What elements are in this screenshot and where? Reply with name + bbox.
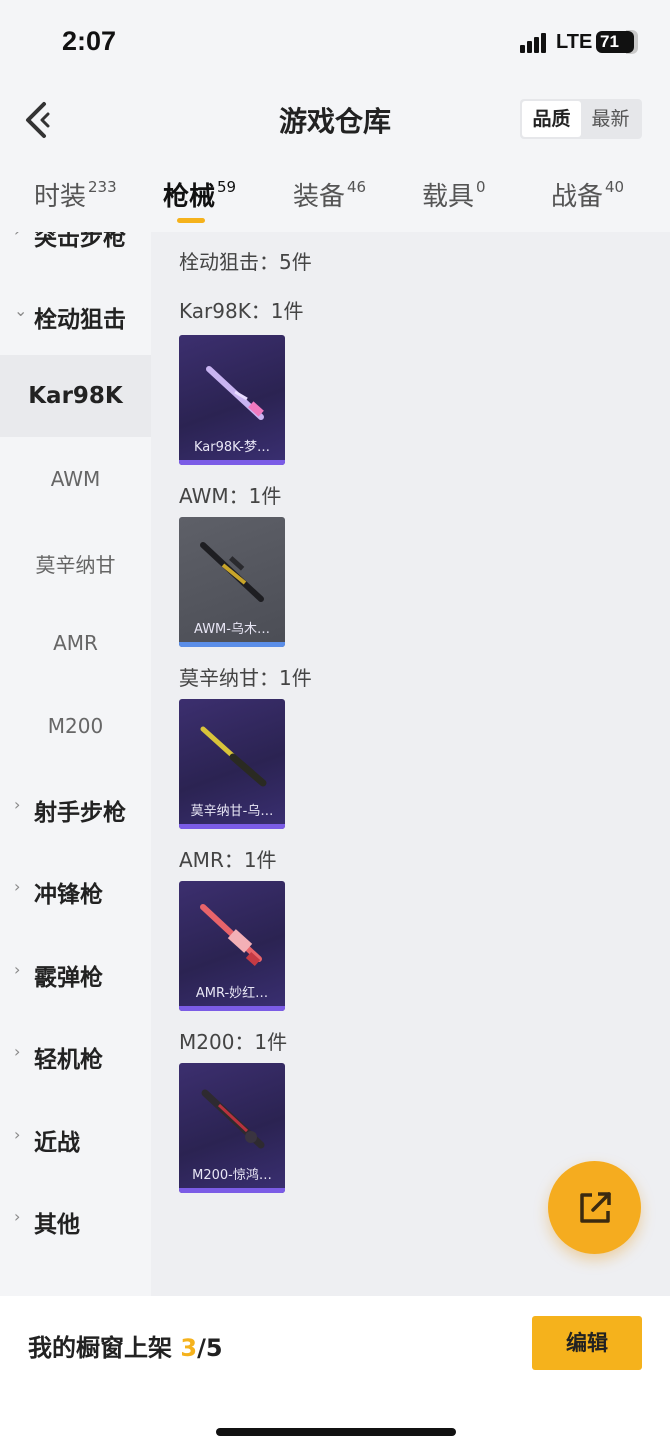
- sort-toggle: 品质 最新: [520, 99, 642, 139]
- tab-count: 59: [217, 178, 237, 196]
- showcase-label: 我的橱窗上架: [28, 1334, 172, 1362]
- tab-equipment[interactable]: 装备 46: [293, 176, 366, 213]
- sidebar-item-label: 霰弹枪: [34, 965, 103, 991]
- tab-vehicles[interactable]: 载具 0: [422, 176, 486, 213]
- network-type: LTE: [556, 31, 593, 53]
- sidebar-item-label: 近战: [34, 1130, 80, 1156]
- chevron-right-icon: ›: [14, 1125, 21, 1144]
- chevron-right-icon: ›: [14, 960, 21, 979]
- sort-quality-button[interactable]: 品质: [522, 101, 581, 137]
- weapon-card-kar98k[interactable]: Kar98K-梦…: [179, 335, 285, 465]
- awm-rifle-icon: [200, 542, 264, 602]
- showcase-total: /5: [197, 1334, 223, 1362]
- weapon-card-amr[interactable]: AMR-妙红…: [179, 881, 285, 1011]
- rarity-bar: [179, 642, 285, 647]
- rarity-bar: [179, 824, 285, 829]
- tab-label: 枪械: [163, 182, 216, 212]
- tab-count: 0: [476, 178, 486, 196]
- kar98k-rifle-icon: [206, 366, 264, 420]
- sidebar-item-lmg[interactable]: › 轻机枪: [0, 1013, 151, 1095]
- weapon-card-caption: AWM-乌木…: [194, 622, 270, 637]
- chevron-down-icon: ⌄: [14, 301, 28, 320]
- category-tabs: 时装 233 枪械 59 装备 46 载具 0 战备 40: [0, 160, 670, 232]
- weapon-card-awm[interactable]: AWM-乌木…: [179, 517, 285, 647]
- sidebar-item-label: 轻机枪: [34, 1047, 103, 1073]
- sidebar-item-label: AWM: [50, 467, 101, 491]
- battery-icon: 71: [596, 31, 634, 53]
- sidebar-item-smg[interactable]: › 冲锋枪: [0, 848, 151, 930]
- bottom-bar: 我的橱窗上架 3/5 编辑: [0, 1296, 670, 1450]
- sidebar-item-bolt-sniper[interactable]: ⌄ 栓动狙击: [0, 273, 151, 355]
- active-tab-indicator: [177, 218, 205, 223]
- sidebar-item-label: AMR: [53, 631, 98, 655]
- edit-button[interactable]: 编辑: [532, 1316, 642, 1370]
- nav-bar: 游戏仓库 品质 最新: [0, 86, 670, 156]
- tab-count: 40: [605, 178, 625, 196]
- share-icon: [580, 1192, 611, 1223]
- mosin-rifle-icon: [200, 726, 267, 787]
- weapon-card-caption: 莫辛纳甘-乌…: [190, 804, 274, 819]
- weapon-card-caption: M200-惊鸿…: [192, 1168, 272, 1183]
- chevron-right-icon: ›: [14, 1042, 21, 1061]
- status-bar: 2:07 LTE 71: [0, 0, 670, 86]
- sort-newest-button[interactable]: 最新: [581, 101, 640, 137]
- sidebar-item-amr[interactable]: AMR: [0, 601, 151, 683]
- rarity-bar: [179, 1006, 285, 1011]
- chevron-right-icon: ›: [14, 232, 20, 240]
- tab-firearms[interactable]: 枪械 59: [163, 176, 236, 213]
- tab-label: 战备: [551, 182, 604, 212]
- m200-rifle-icon: [201, 1089, 265, 1149]
- battery-level: 71: [600, 32, 619, 51]
- group-title-kar98k: Kar98K：1件: [179, 299, 304, 323]
- tab-count: 46: [347, 178, 367, 196]
- tab-label: 装备: [293, 182, 346, 212]
- weapon-category-sidebar: › 突击步枪 ⌄ 栓动狙击 Kar98K AWM 莫辛纳甘 AMR M200 ›…: [0, 232, 151, 1296]
- chevron-right-icon: ›: [14, 795, 21, 814]
- sidebar-item-label: 冲锋枪: [34, 882, 103, 908]
- sidebar-item-m200[interactable]: M200: [0, 684, 151, 766]
- tab-supplies[interactable]: 战备 40: [551, 176, 624, 213]
- home-indicator: [216, 1428, 456, 1436]
- showcase-current-count: 3: [180, 1334, 198, 1362]
- weapon-card-caption: AMR-妙红…: [195, 986, 269, 1001]
- tab-label: 载具: [422, 182, 475, 212]
- sidebar-item-other[interactable]: › 其他: [0, 1178, 151, 1260]
- weapon-card-caption: Kar98K-梦…: [193, 440, 270, 455]
- sidebar-item-label: 突击步枪: [34, 232, 126, 251]
- group-title-amr: AMR：1件: [179, 848, 277, 872]
- tab-count: 233: [88, 178, 117, 196]
- section-title: 栓动狙击：5件: [179, 250, 312, 274]
- signal-icon: [520, 33, 550, 53]
- tab-label: 时装: [34, 182, 87, 212]
- sidebar-item-melee[interactable]: › 近战: [0, 1096, 151, 1178]
- chevron-right-icon: ›: [14, 877, 21, 896]
- sidebar-item-label: 射手步枪: [34, 800, 126, 826]
- sidebar-item-shotgun[interactable]: › 霰弹枪: [0, 931, 151, 1013]
- group-title-awm: AWM：1件: [179, 484, 282, 508]
- rarity-bar: [179, 460, 285, 465]
- sidebar-item-label: 其他: [34, 1212, 80, 1238]
- sidebar-item-label: M200: [47, 714, 104, 738]
- sidebar-item-awm[interactable]: AWM: [0, 437, 151, 519]
- sidebar-item-label: 莫辛纳甘: [35, 553, 116, 577]
- sidebar-item-assault-rifle[interactable]: › 突击步枪: [0, 232, 151, 273]
- amr-rifle-icon: [200, 904, 262, 966]
- sidebar-item-marksman-rifle[interactable]: › 射手步枪: [0, 766, 151, 848]
- rarity-bar: [179, 1188, 285, 1193]
- tab-fashion[interactable]: 时装 233: [34, 176, 117, 213]
- chevron-right-icon: ›: [14, 1207, 21, 1226]
- sidebar-item-label: Kar98K: [28, 383, 123, 409]
- status-time: 2:07: [62, 26, 117, 56]
- sidebar-item-mosin[interactable]: 莫辛纳甘: [0, 519, 151, 601]
- weapon-list: 栓动狙击：5件 Kar98K：1件 Kar98K-梦… AWM：1件 AWM-乌…: [151, 232, 670, 1296]
- weapon-card-m200[interactable]: M200-惊鸿…: [179, 1063, 285, 1193]
- group-title-mosin: 莫辛纳甘：1件: [179, 666, 312, 690]
- sidebar-item-kar98k[interactable]: Kar98K: [0, 355, 151, 437]
- showcase-status: 我的橱窗上架 3/5: [28, 1328, 223, 1363]
- sidebar-item-label: 栓动狙击: [34, 307, 126, 333]
- group-title-m200: M200：1件: [179, 1030, 288, 1054]
- share-button[interactable]: [548, 1161, 641, 1254]
- weapon-card-mosin[interactable]: 莫辛纳甘-乌…: [179, 699, 285, 829]
